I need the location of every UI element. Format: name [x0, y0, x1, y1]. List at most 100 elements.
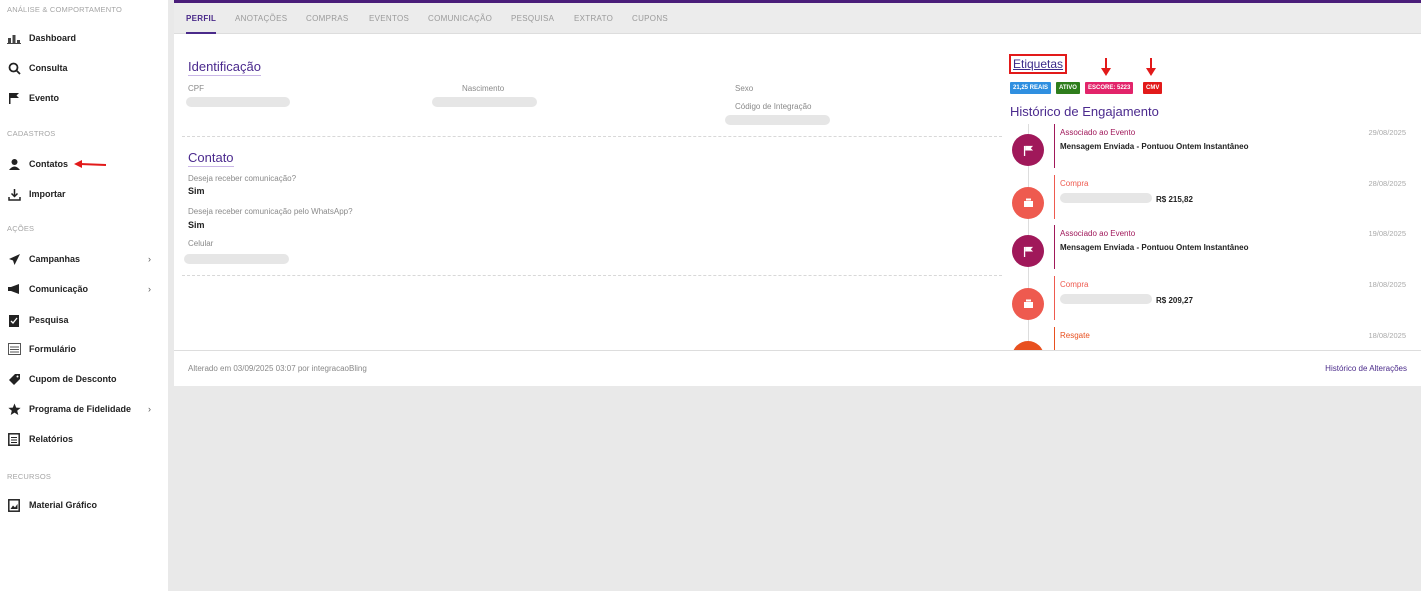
sidebar-item-label: Contatos	[29, 159, 68, 169]
historico-title: Histórico de Engajamento	[1010, 104, 1159, 119]
sidebar: ANÁLISE & COMPORTAMENTO Dashboard Consul…	[0, 0, 168, 591]
sidebar-item-label: Material Gráfico	[29, 500, 98, 510]
tag-escore: ESCORE: 5223	[1085, 82, 1134, 94]
annotation-arrow-down	[1101, 58, 1111, 76]
sidebar-item-label: Comunicação	[29, 284, 89, 294]
sidebar-item-dashboard[interactable]: Dashboard	[0, 26, 168, 50]
timeline-bar	[1054, 225, 1055, 269]
chevron-right-icon: ›	[148, 284, 151, 294]
entry-amount: R$ 209,27	[1156, 296, 1193, 305]
tab-compras[interactable]: COMPRAS	[306, 3, 349, 34]
section-title-analise: ANÁLISE & COMPORTAMENTO	[7, 5, 123, 14]
sidebar-item-relatorios[interactable]: Relatórios	[0, 427, 168, 451]
sidebar-item-pesquisa[interactable]: Pesquisa	[0, 308, 168, 332]
tab-extrato[interactable]: EXTRATO	[574, 3, 613, 34]
sidebar-item-label: Dashboard	[29, 33, 77, 43]
etiquetas-title: Etiquetas	[1009, 54, 1068, 74]
entry-type: Compra	[1060, 280, 1089, 289]
tab-eventos[interactable]: EVENTOS	[369, 3, 409, 34]
entry-desc: Mensagem Enviada - Pontuou Ontem Instant…	[1060, 243, 1249, 252]
download-icon	[7, 187, 21, 201]
report-icon	[7, 432, 21, 446]
tab-bar: PERFIL ANOTAÇÕES COMPRAS EVENTOS COMUNIC…	[174, 3, 1421, 34]
sidebar-item-label: Programa de Fidelidade	[29, 404, 132, 414]
flag-icon	[1012, 235, 1044, 267]
section-title-recursos: RECURSOS	[7, 472, 52, 481]
sidebar-item-contatos[interactable]: Contatos	[0, 152, 168, 176]
entry-date: 18/08/2025	[1368, 280, 1406, 289]
chevron-right-icon: ›	[148, 254, 151, 264]
sidebar-item-importar[interactable]: Importar	[0, 182, 168, 206]
sidebar-item-material-grafico[interactable]: Material Gráfico	[0, 493, 168, 517]
timeline-entry: Associado ao Evento 19/08/2025 Mensagem …	[1004, 225, 1414, 275]
flag-icon	[1012, 134, 1044, 166]
sidebar-item-label: Importar	[29, 189, 66, 199]
recebe-comunicacao-value: Sim	[188, 186, 205, 196]
identificacao-title: Identificação	[188, 59, 261, 76]
sidebar-item-comunicacao[interactable]: Comunicação ›	[0, 277, 168, 301]
sidebar-item-evento[interactable]: Evento	[0, 86, 168, 110]
star-icon	[7, 402, 21, 416]
timeline-bar	[1054, 175, 1055, 219]
tab-anotacoes[interactable]: ANOTAÇÕES	[235, 3, 287, 34]
cash-register-icon	[1012, 187, 1044, 219]
image-icon	[7, 498, 21, 512]
entry-type: Associado ao Evento	[1060, 229, 1136, 238]
sidebar-item-label: Campanhas	[29, 254, 81, 264]
tag-ativo: ATIVO	[1056, 82, 1080, 94]
whatsapp-label: Deseja receber comunicação pelo WhatsApp…	[188, 207, 353, 216]
historico-alteracoes-link[interactable]: Histórico de Alterações	[1325, 364, 1407, 373]
sidebar-item-formulario[interactable]: Formulário	[0, 337, 168, 361]
sidebar-item-label: Relatórios	[29, 434, 74, 444]
entry-product-redacted	[1060, 193, 1152, 203]
sidebar-item-label: Evento	[29, 93, 60, 103]
tab-comunicacao[interactable]: COMUNICAÇÃO	[428, 3, 492, 34]
divider	[182, 275, 1002, 276]
sidebar-item-campanhas[interactable]: Campanhas ›	[0, 247, 168, 271]
whatsapp-value: Sim	[188, 220, 205, 230]
sidebar-item-consulta[interactable]: Consulta	[0, 56, 168, 80]
timeline-entry: Associado ao Evento 29/08/2025 Mensagem …	[1004, 124, 1414, 174]
timeline-entry: Compra 28/08/2025 R$ 215,82	[1004, 175, 1414, 225]
entry-amount: R$ 215,82	[1156, 195, 1193, 204]
paper-plane-icon	[7, 252, 21, 266]
tab-cupons[interactable]: CUPONS	[632, 3, 668, 34]
chart-icon	[7, 31, 21, 45]
codigo-integracao-value-redacted	[725, 115, 830, 125]
codigo-integracao-label: Código de Integração	[735, 102, 812, 111]
entry-desc: Mensagem Enviada - Pontuou Ontem Instant…	[1060, 142, 1249, 151]
sidebar-item-cupom[interactable]: Cupom de Desconto	[0, 367, 168, 391]
historico-timeline[interactable]: Associado ao Evento 29/08/2025 Mensagem …	[1004, 124, 1421, 350]
tag-cmv: CMV	[1143, 82, 1163, 94]
timeline-entry: Compra 18/08/2025 R$ 209,27	[1004, 276, 1414, 326]
megaphone-icon	[7, 282, 21, 296]
chevron-right-icon: ›	[148, 404, 151, 414]
tab-perfil[interactable]: PERFIL	[186, 3, 217, 34]
entry-date: 19/08/2025	[1368, 229, 1406, 238]
celular-label: Celular	[188, 239, 214, 248]
flag-icon	[7, 91, 21, 105]
sidebar-item-fidelidade[interactable]: Programa de Fidelidade ›	[0, 397, 168, 421]
celular-value-redacted	[184, 254, 289, 264]
divider	[182, 136, 1002, 137]
altered-info: Alterado em 03/09/2025 03:07 por integra…	[188, 364, 367, 373]
entry-type: Compra	[1060, 179, 1089, 188]
footer-divider	[174, 350, 1421, 351]
timeline-entry: Resgate 18/08/2025	[1004, 327, 1414, 350]
entry-type: Associado ao Evento	[1060, 128, 1136, 137]
annotation-arrow-down	[1146, 58, 1156, 76]
sidebar-item-label: Consulta	[29, 63, 68, 73]
section-title-cadastros: CADASTROS	[7, 129, 56, 138]
timeline-bar	[1054, 276, 1055, 320]
timeline-bar	[1054, 327, 1055, 350]
entry-date: 18/08/2025	[1368, 331, 1406, 340]
contato-title: Contato	[188, 150, 234, 167]
clipboard-icon	[7, 313, 21, 327]
entry-date: 28/08/2025	[1368, 179, 1406, 188]
form-icon	[7, 342, 21, 356]
entry-type: Resgate	[1060, 331, 1090, 340]
tab-pesquisa[interactable]: PESQUISA	[511, 3, 554, 34]
tag-icon	[7, 372, 21, 386]
cpf-label: CPF	[188, 84, 204, 93]
profile-panel: Identificação CPF Nascimento Sexo Código…	[174, 34, 1421, 386]
